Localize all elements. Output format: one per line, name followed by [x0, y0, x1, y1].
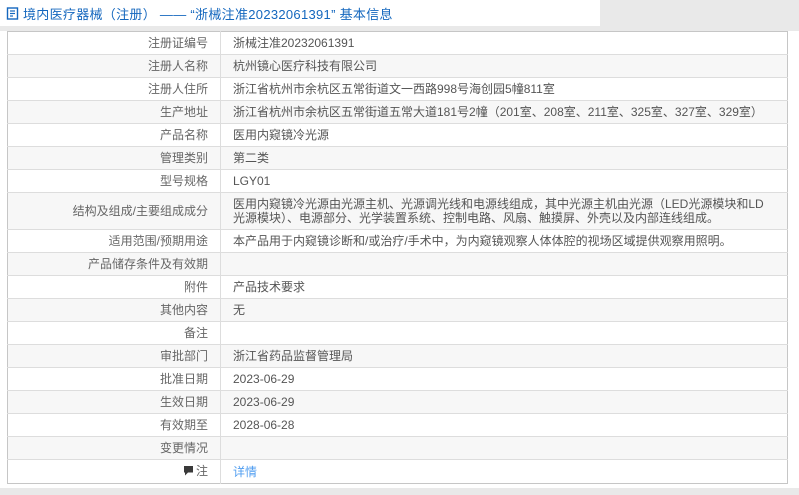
row-value: 2023-06-29	[220, 390, 788, 414]
row-label: 结构及组成/主要组成成分	[7, 192, 221, 230]
row-label: 注	[7, 459, 221, 484]
row-value	[220, 436, 788, 460]
page-title: 境内医疗器械（注册） —— “浙械注准20232061391” 基本信息	[23, 6, 393, 22]
row-value: 第二类	[220, 146, 788, 170]
row-value: 医用内窥镜冷光源由光源主机、光源调光线和电源线组成，其中光源主机由光源（LED光…	[220, 192, 788, 230]
table-row: 变更情况	[7, 436, 788, 460]
row-value: 浙江省药品监督管理局	[220, 344, 788, 368]
info-table-body: 注册证编号 浙械注准20232061391 注册人名称 杭州镜心医疗科技有限公司 注册人…	[7, 31, 788, 484]
row-label: 变更情况	[7, 436, 221, 460]
row-value: 2023-06-29	[220, 367, 788, 391]
table-row: 审批部门 浙江省药品监督管理局	[7, 344, 788, 368]
table-row: 附件 产品技术要求	[7, 275, 788, 299]
details-link[interactable]: 详情	[233, 465, 257, 479]
table-row: 批准日期 2023-06-29	[7, 367, 788, 391]
row-value: 医用内窥镜冷光源	[220, 123, 788, 147]
row-label: 适用范围/预期用途	[7, 229, 221, 253]
row-value: 无	[220, 298, 788, 322]
row-value	[220, 252, 788, 276]
comment-icon	[183, 465, 194, 479]
top-right-gray-patch	[600, 0, 799, 26]
row-label: 管理类别	[7, 146, 221, 170]
row-label: 注册人住所	[7, 77, 221, 101]
row-value: 浙江省杭州市余杭区五常街道五常大道181号2幢（201室、208室、211室、3…	[220, 100, 788, 124]
row-value: 2028-06-28	[220, 413, 788, 437]
row-label: 型号规格	[7, 169, 221, 193]
row-value: 产品技术要求	[220, 275, 788, 299]
row-value	[220, 321, 788, 345]
table-row: 产品名称 医用内窥镜冷光源	[7, 123, 788, 147]
title-bar: 境内医疗器械（注册） —— “浙械注准20232061391” 基本信息	[0, 0, 799, 26]
row-label: 生效日期	[7, 390, 221, 414]
footer-strip	[0, 488, 799, 495]
row-label: 有效期至	[7, 413, 221, 437]
row-value: 浙械注准20232061391	[220, 31, 788, 55]
table-row: 适用范围/预期用途 本产品用于内窥镜诊断和/或治疗/手术中，为内窥镜观察人体体腔的…	[7, 229, 788, 253]
table-row: 生产地址 浙江省杭州市余杭区五常街道五常大道181号2幢（201室、208室、21…	[7, 100, 788, 124]
table-row: 型号规格 LGY01	[7, 169, 788, 193]
table-row: 注详情	[7, 459, 788, 484]
table-row: 备注	[7, 321, 788, 345]
table-row: 管理类别 第二类	[7, 146, 788, 170]
table-row: 有效期至 2028-06-28	[7, 413, 788, 437]
row-label: 注册证编号	[7, 31, 221, 55]
row-value: LGY01	[220, 169, 788, 193]
title-box: 境内医疗器械（注册） —— “浙械注准20232061391” 基本信息	[0, 0, 600, 26]
table-row: 产品储存条件及有效期	[7, 252, 788, 276]
table-row: 注册人名称 杭州镜心医疗科技有限公司	[7, 54, 788, 78]
row-value: 本产品用于内窥镜诊断和/或治疗/手术中，为内窥镜观察人体体腔的视场区域提供观察用…	[220, 229, 788, 253]
row-value: 浙江省杭州市余杭区五常街道文一西路998号海创园5幢811室	[220, 77, 788, 101]
row-label: 其他内容	[7, 298, 221, 322]
table-row: 注册证编号 浙械注准20232061391	[7, 31, 788, 55]
table-row: 注册人住所 浙江省杭州市余杭区五常街道文一西路998号海创园5幢811室	[7, 77, 788, 101]
row-value: 杭州镜心医疗科技有限公司	[220, 54, 788, 78]
content-area: 注册证编号 浙械注准20232061391 注册人名称 杭州镜心医疗科技有限公司 注册人…	[0, 31, 799, 484]
table-row: 生效日期 2023-06-29	[7, 390, 788, 414]
row-label: 审批部门	[7, 344, 221, 368]
page: 境内医疗器械（注册） —— “浙械注准20232061391” 基本信息 注册证…	[0, 0, 799, 495]
row-label: 生产地址	[7, 100, 221, 124]
row-label: 产品储存条件及有效期	[7, 252, 221, 276]
row-label: 备注	[7, 321, 221, 345]
document-icon	[6, 6, 19, 20]
row-label: 批准日期	[7, 367, 221, 391]
info-table: 注册证编号 浙械注准20232061391 注册人名称 杭州镜心医疗科技有限公司 注册人…	[7, 31, 788, 484]
row-label: 产品名称	[7, 123, 221, 147]
row-value: 详情	[221, 460, 788, 484]
row-label: 附件	[7, 275, 221, 299]
row-label: 注册人名称	[7, 54, 221, 78]
table-row: 结构及组成/主要组成成分 医用内窥镜冷光源由光源主机、光源调光线和电源线组成，其中…	[7, 192, 788, 230]
table-row: 其他内容无	[7, 298, 788, 322]
